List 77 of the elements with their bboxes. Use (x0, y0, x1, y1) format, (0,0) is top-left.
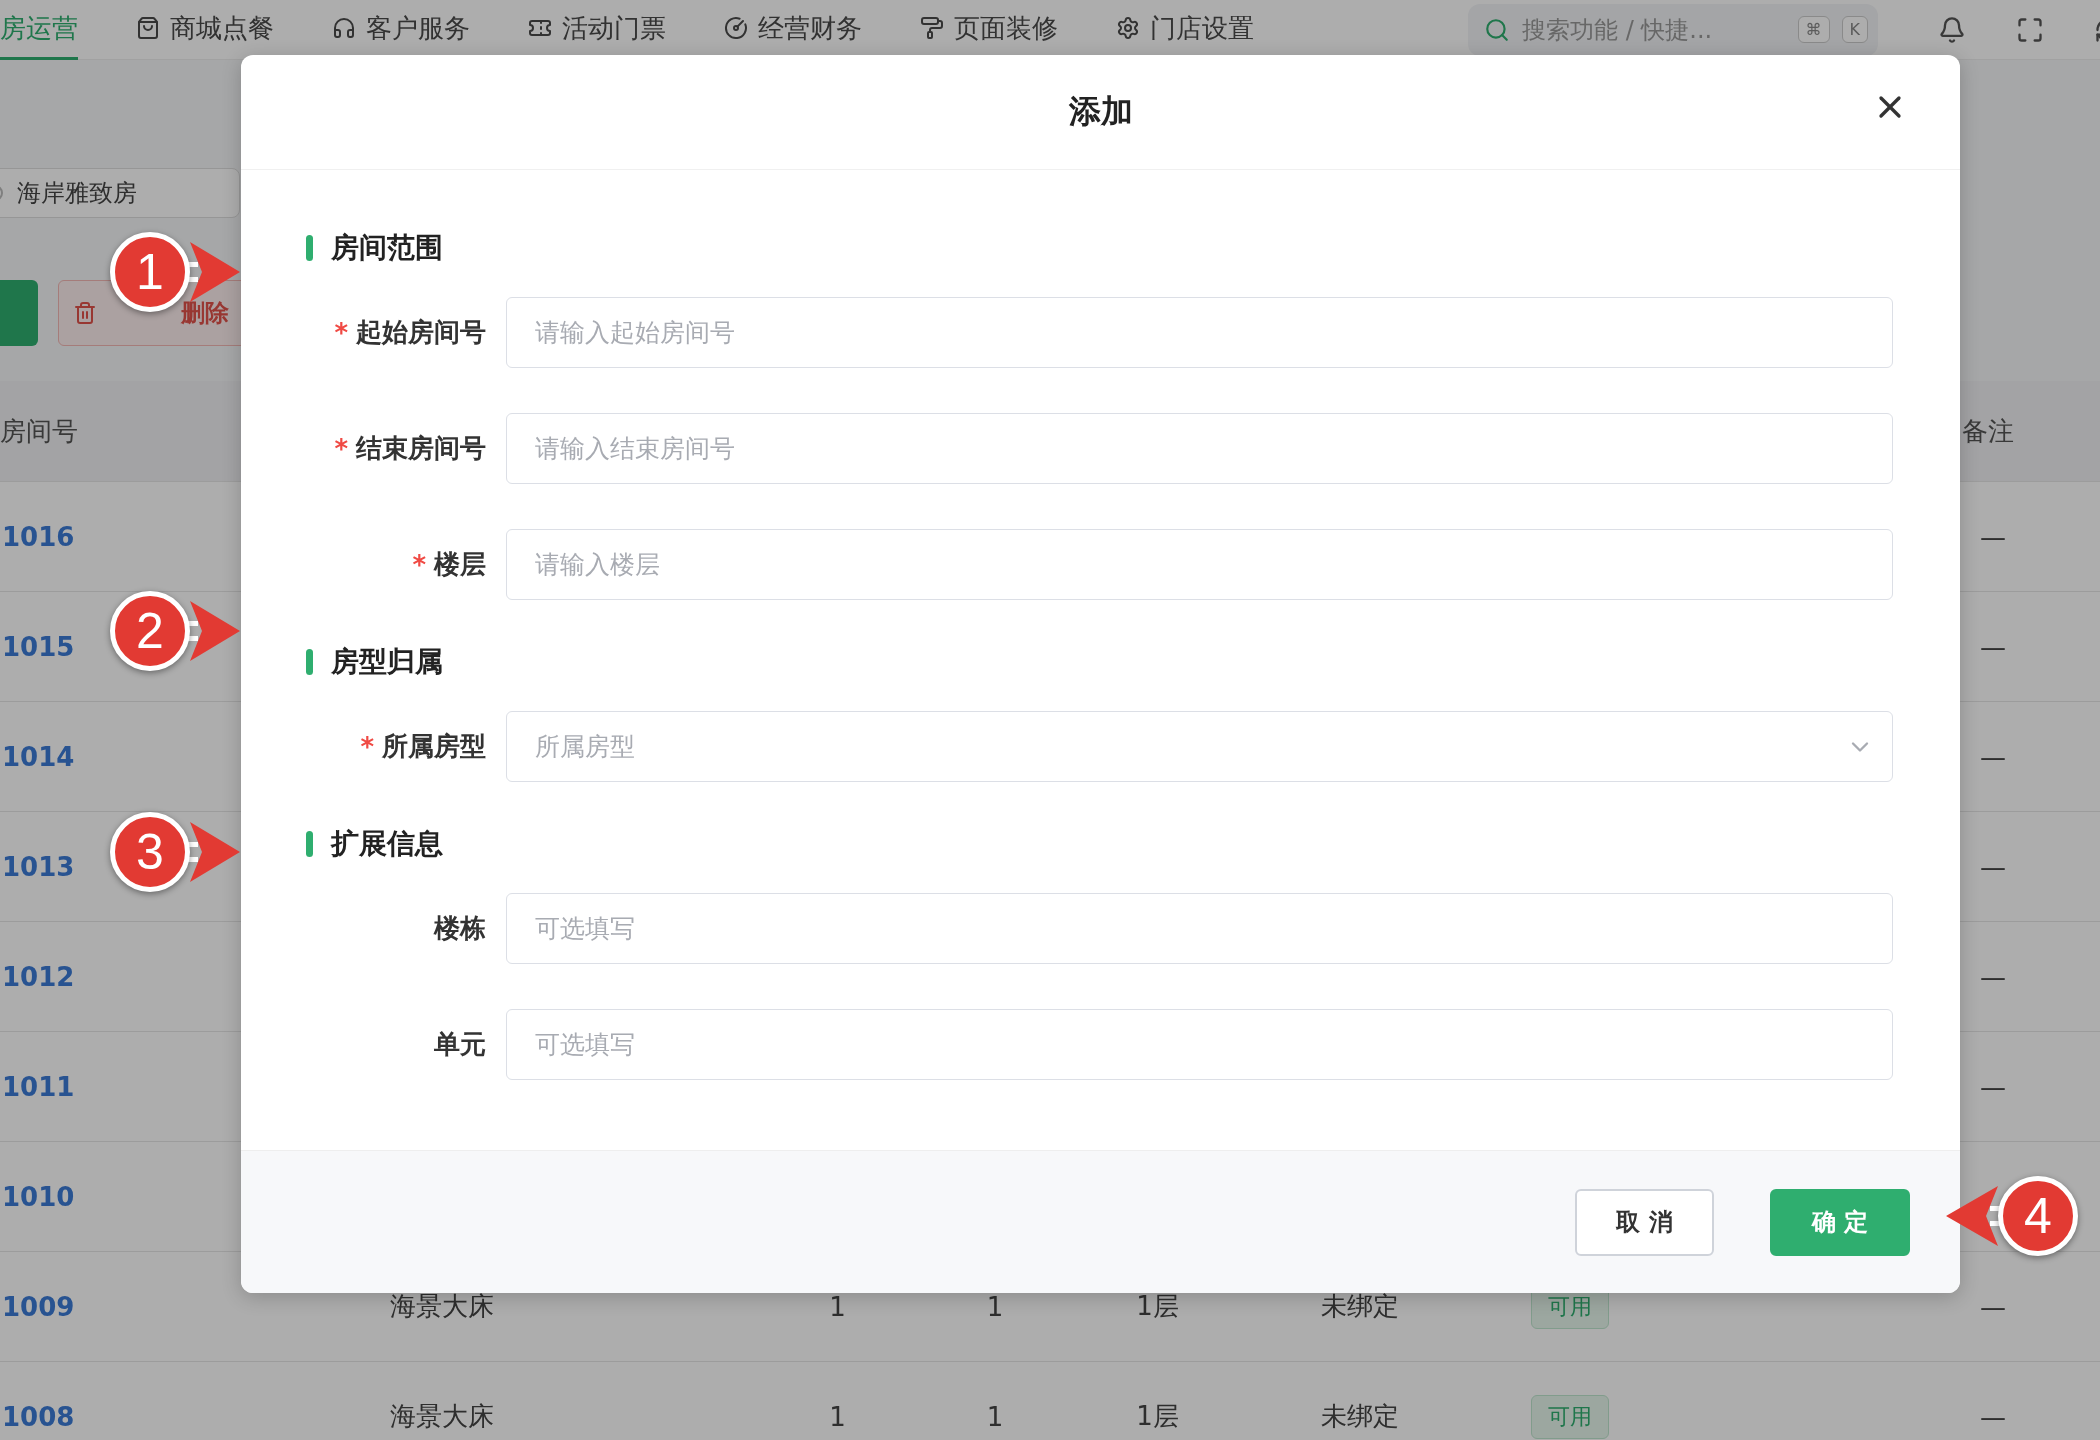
field-label: 所属房型 (382, 730, 486, 763)
confirm-button[interactable]: 确 定 (1770, 1188, 1910, 1256)
table-cell: 1 (829, 1401, 846, 1432)
table-cell: 1 (986, 1291, 1004, 1322)
table-cell-text: — (1979, 1401, 2006, 1432)
cancel-button[interactable]: 取 消 (1575, 1188, 1714, 1256)
field-label: 结束房间号 (356, 432, 486, 465)
room-number[interactable]: 1010 (0, 1181, 75, 1212)
trash-icon (73, 301, 97, 325)
room-number[interactable]: 1014 (0, 741, 75, 772)
nav-tab[interactable]: 页面装修 (920, 0, 1058, 60)
select-field[interactable]: 所属房型 (506, 711, 1893, 782)
table-cell-text: — (1979, 521, 2006, 552)
table-cell: 1 (829, 1291, 846, 1322)
section-marker (306, 831, 313, 857)
required-mark: * (360, 731, 374, 762)
settings-icon (1116, 16, 1140, 40)
nav-tab[interactable]: 客户服务 (332, 0, 470, 60)
section-marker (306, 235, 313, 261)
required-mark: * (334, 433, 348, 464)
dialog-title: 添加 (1068, 91, 1133, 132)
fullscreen-icon[interactable] (2016, 15, 2044, 44)
nav-tab[interactable]: 商城点餐 (136, 0, 274, 60)
bag-icon (136, 16, 160, 40)
room-number[interactable]: 1011 (0, 1071, 75, 1102)
field-label: 楼栋 (434, 912, 486, 945)
status-badge: 可用 (1531, 1394, 1609, 1439)
search-icon (1484, 16, 1510, 43)
table-cell-text: — (1979, 1071, 2006, 1102)
table-cell: 1 (986, 1401, 1004, 1432)
input-field[interactable]: 可选填写 (506, 1009, 1893, 1080)
required-mark: * (334, 317, 348, 348)
table-cell-text: 海景大床 (389, 1290, 494, 1323)
table-cell-text: — (1979, 851, 2006, 882)
nav-tab[interactable]: 经营财务 (724, 0, 862, 60)
section-title: 扩展信息 (331, 826, 443, 862)
table-cell-text: 1层 (1136, 1290, 1179, 1323)
field-label: 楼层 (434, 548, 486, 581)
room-number[interactable]: 1016 (0, 521, 75, 552)
room-number[interactable]: 1009 (0, 1291, 75, 1322)
column-header: 备注 (1961, 414, 2014, 448)
gauge-icon (724, 16, 748, 40)
table-cell-text: — (1979, 1291, 2006, 1322)
search-field[interactable]: 搜索功能 / 快捷... ⌘ K (1468, 3, 1878, 56)
table-cell-text: 未绑定 (1321, 1400, 1399, 1433)
table-cell-text: 未绑定 (1321, 1290, 1399, 1323)
chip-label: 海岸雅致房 (17, 178, 137, 209)
bell-icon[interactable] (1938, 15, 1966, 44)
input-field[interactable]: 请输入起始房间号 (506, 297, 1893, 368)
table-cell-text: — (1979, 961, 2006, 992)
filter-chip[interactable]: 海岸雅致房 (0, 168, 240, 218)
room-number[interactable]: 1015 (0, 631, 75, 662)
table-cell-text: 海景大床 (389, 1400, 494, 1433)
nav-tab[interactable]: 门店设置 (1116, 0, 1254, 60)
room-number[interactable]: 1008 (0, 1401, 75, 1432)
field-label: 单元 (434, 1028, 486, 1061)
headset-icon (332, 16, 356, 40)
input-field[interactable]: 请输入楼层 (506, 529, 1893, 600)
shortcut-key: ⌘ (1797, 16, 1830, 43)
nav-tab[interactable]: 房运营 (0, 0, 78, 60)
section-marker (306, 649, 313, 675)
section-title: 房型归属 (331, 644, 443, 680)
search-placeholder: 搜索功能 / 快捷... (1522, 14, 1714, 46)
table-cell-text: — (1979, 631, 2006, 662)
paint-roller-icon (920, 16, 944, 40)
table-cell-text: 1层 (1136, 1400, 1179, 1433)
room-number[interactable]: 1012 (0, 961, 75, 992)
table-cell-text: — (1979, 741, 2006, 772)
input-field[interactable]: 可选填写 (506, 893, 1893, 964)
shortcut-key: K (1841, 16, 1868, 43)
room-number[interactable]: 1013 (0, 851, 75, 882)
nav-tab[interactable]: 活动门票 (528, 0, 666, 60)
field-label: 起始房间号 (356, 316, 486, 349)
input-field[interactable]: 请输入结束房间号 (506, 413, 1893, 484)
section-title: 房间范围 (331, 230, 443, 266)
required-mark: * (412, 549, 426, 580)
column-header: 房间号 (0, 414, 78, 448)
